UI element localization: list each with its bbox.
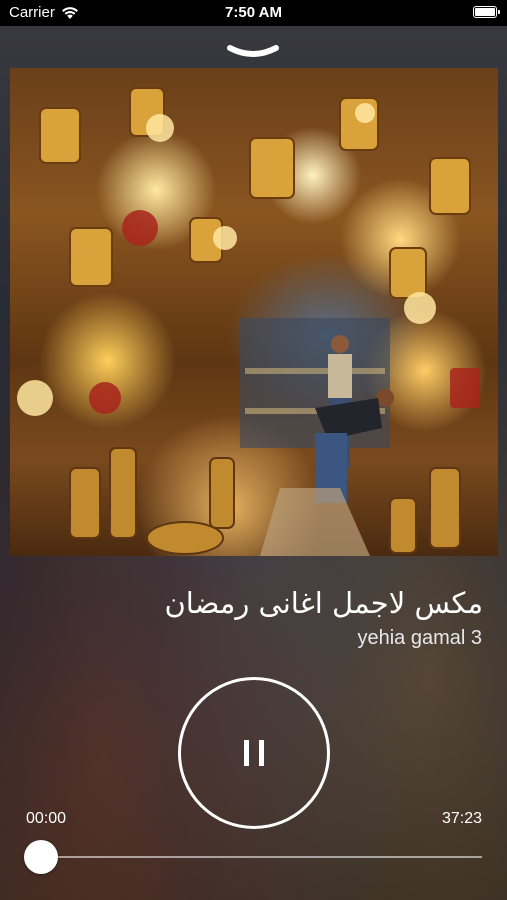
status-bar: Carrier 7:50 AM: [0, 0, 507, 26]
battery-icon: [473, 6, 500, 18]
pause-bar-left: [244, 740, 249, 766]
track-artist: yehia gamal 3: [357, 627, 482, 649]
pause-icon: [244, 740, 264, 766]
progress-track[interactable]: [36, 856, 482, 858]
progress-thumb[interactable]: [24, 840, 58, 874]
pause-button[interactable]: [178, 677, 330, 829]
now-playing-screen: Carrier 7:50 AM مكس لاجمل اغانى رمضان ye…: [0, 0, 507, 900]
artwork-illustration: [17, 87, 480, 556]
track-title: مكس لاجمل اغانى رمضان: [164, 586, 484, 620]
total-duration: 37:23: [441, 810, 482, 827]
album-artwork: [10, 68, 498, 556]
chevron-down-icon[interactable]: [227, 44, 279, 62]
pause-bar-right: [259, 740, 264, 766]
status-time: 7:50 AM: [225, 4, 282, 21]
battery-level: [475, 8, 495, 16]
elapsed-time: 00:00: [26, 810, 67, 827]
